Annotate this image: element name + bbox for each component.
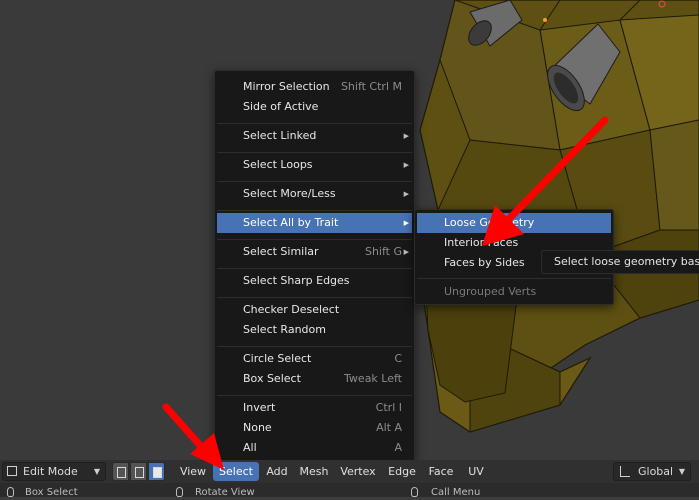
status-right: Call Menu — [431, 487, 481, 498]
menu-item-select-sharp-edges[interactable]: Select Sharp Edges — [217, 271, 412, 291]
menu-item-label: Invert — [243, 401, 276, 414]
submenu-arrow-icon: ▶ — [403, 190, 409, 198]
menu-select[interactable]: Select — [213, 462, 259, 481]
menu-separator — [417, 278, 611, 279]
menu-view[interactable]: View — [176, 462, 210, 481]
menu-separator — [217, 297, 412, 298]
menu-label: Edge — [388, 465, 416, 478]
menu-label: Face — [428, 465, 454, 478]
orientation-dropdown[interactable]: Global ▼ — [613, 462, 691, 481]
menu-item-select-linked[interactable]: Select Linked ▶ — [217, 126, 412, 146]
submenu-arrow-icon: ▶ — [403, 132, 409, 140]
menu-item-select-loops[interactable]: Select Loops ▶ — [217, 155, 412, 175]
menu-label: Add — [266, 465, 288, 478]
menu-item-label: Select Similar — [243, 245, 319, 258]
status-left: Box Select — [25, 487, 78, 498]
menu-item-label: Select All by Trait — [243, 216, 339, 229]
mouse-left-icon — [7, 487, 14, 497]
menu-item-all[interactable]: All A — [217, 438, 412, 458]
menu-label: UV — [468, 465, 484, 478]
menu-item-label: None — [243, 421, 272, 434]
menu-add[interactable]: Add — [262, 462, 292, 481]
menu-item-ungrouped-verts: Ungrouped Verts — [417, 282, 611, 302]
orientation-label: Global — [638, 465, 674, 478]
menu-separator — [217, 346, 412, 347]
mouse-right-icon — [411, 487, 418, 497]
menu-item-label: Checker Deselect — [243, 303, 340, 316]
menu-item-label: Interior Faces — [444, 236, 519, 249]
menu-separator — [217, 395, 412, 396]
menu-item-label: All — [243, 441, 257, 454]
menu-item-select-random[interactable]: Select Random — [217, 320, 412, 340]
menu-item-label: Ungrouped Verts — [444, 285, 537, 298]
menu-item-label: Select More/Less — [243, 187, 336, 200]
face-select-icon[interactable] — [148, 462, 165, 481]
menu-label: View — [179, 465, 207, 478]
menu-separator — [217, 152, 412, 153]
menu-item-label: Select Linked — [243, 129, 317, 142]
mode-label: Edit Mode — [23, 465, 78, 478]
menu-vertex[interactable]: Vertex — [336, 462, 380, 481]
menu-item-label: Select Sharp Edges — [243, 274, 350, 287]
shortcut-label: Shift Ctrl M — [340, 80, 402, 93]
menu-mesh[interactable]: Mesh — [296, 462, 332, 481]
tooltip: Select loose geometry based — [541, 250, 699, 274]
menu-separator — [217, 123, 412, 124]
select-menu: Mirror Selection Shift Ctrl M Side of Act… — [214, 70, 415, 462]
menu-item-box-select[interactable]: Box Select Tweak Left — [217, 369, 412, 389]
status-bar: Box Select Rotate View Call Menu — [0, 483, 699, 498]
menu-face[interactable]: Face — [424, 462, 458, 481]
menu-uv[interactable]: UV — [462, 462, 490, 481]
submenu-arrow-icon: ▶ — [403, 219, 409, 227]
menu-item-label: Mirror Selection — [243, 80, 330, 93]
shortcut-label: A — [394, 441, 402, 454]
menu-item-circle-select[interactable]: Circle Select C — [217, 349, 412, 369]
menu-item-none[interactable]: None Alt A — [217, 418, 412, 438]
vertex-select-icon[interactable] — [112, 462, 129, 481]
menu-separator — [217, 268, 412, 269]
menu-edge[interactable]: Edge — [385, 462, 419, 481]
status-middle: Rotate View — [195, 487, 255, 498]
submenu-arrow-icon: ▶ — [403, 161, 409, 169]
menu-item-select-all-by-trait[interactable]: Select All by Trait ▶ — [217, 213, 412, 233]
menu-item-select-similar[interactable]: Select Similar Shift G ▶ — [217, 242, 412, 262]
mouse-middle-icon — [176, 487, 183, 497]
shortcut-label: C — [394, 352, 402, 365]
menu-label: Mesh — [299, 465, 329, 478]
transform-orientation-icon — [620, 466, 630, 477]
menu-item-label: Loose Geometry — [444, 216, 535, 229]
tooltip-text: Select loose geometry based — [554, 255, 699, 268]
menu-item-label: Select Random — [243, 323, 326, 336]
menu-item-checker-deselect[interactable]: Checker Deselect — [217, 300, 412, 320]
menu-item-select-more-less[interactable]: Select More/Less ▶ — [217, 184, 412, 204]
shortcut-label: Ctrl I — [375, 401, 402, 414]
menu-separator — [217, 181, 412, 182]
menu-item-invert[interactable]: Invert Ctrl I — [217, 398, 412, 418]
menu-separator — [217, 210, 412, 211]
menu-item-side-of-active[interactable]: Side of Active — [217, 97, 412, 117]
edit-mode-icon — [7, 466, 17, 476]
submenu-arrow-icon: ▶ — [403, 248, 409, 256]
edge-select-icon[interactable] — [130, 462, 147, 481]
chevron-down-icon: ▼ — [678, 467, 685, 476]
shortcut-label: Shift G — [364, 245, 402, 258]
menu-item-label: Circle Select — [243, 352, 312, 365]
menu-item-mirror-selection[interactable]: Mirror Selection Shift Ctrl M — [217, 77, 412, 97]
menu-label: Select — [219, 465, 253, 478]
shortcut-label: Alt A — [376, 421, 402, 434]
menu-item-label: Select Loops — [243, 158, 313, 171]
shortcut-label: Tweak Left — [344, 372, 402, 385]
viewport-header: Edit Mode ▼ View Select Add Mesh Vertex … — [0, 460, 699, 483]
chevron-down-icon: ▼ — [93, 467, 100, 476]
menu-item-label: Box Select — [243, 372, 301, 385]
menu-separator — [217, 239, 412, 240]
menu-label: Vertex — [340, 465, 376, 478]
menu-item-loose-geometry[interactable]: Loose Geometry — [417, 213, 611, 233]
mode-dropdown[interactable]: Edit Mode ▼ — [2, 462, 106, 481]
menu-item-label: Faces by Sides — [444, 256, 525, 269]
menu-item-label: Side of Active — [243, 100, 319, 113]
